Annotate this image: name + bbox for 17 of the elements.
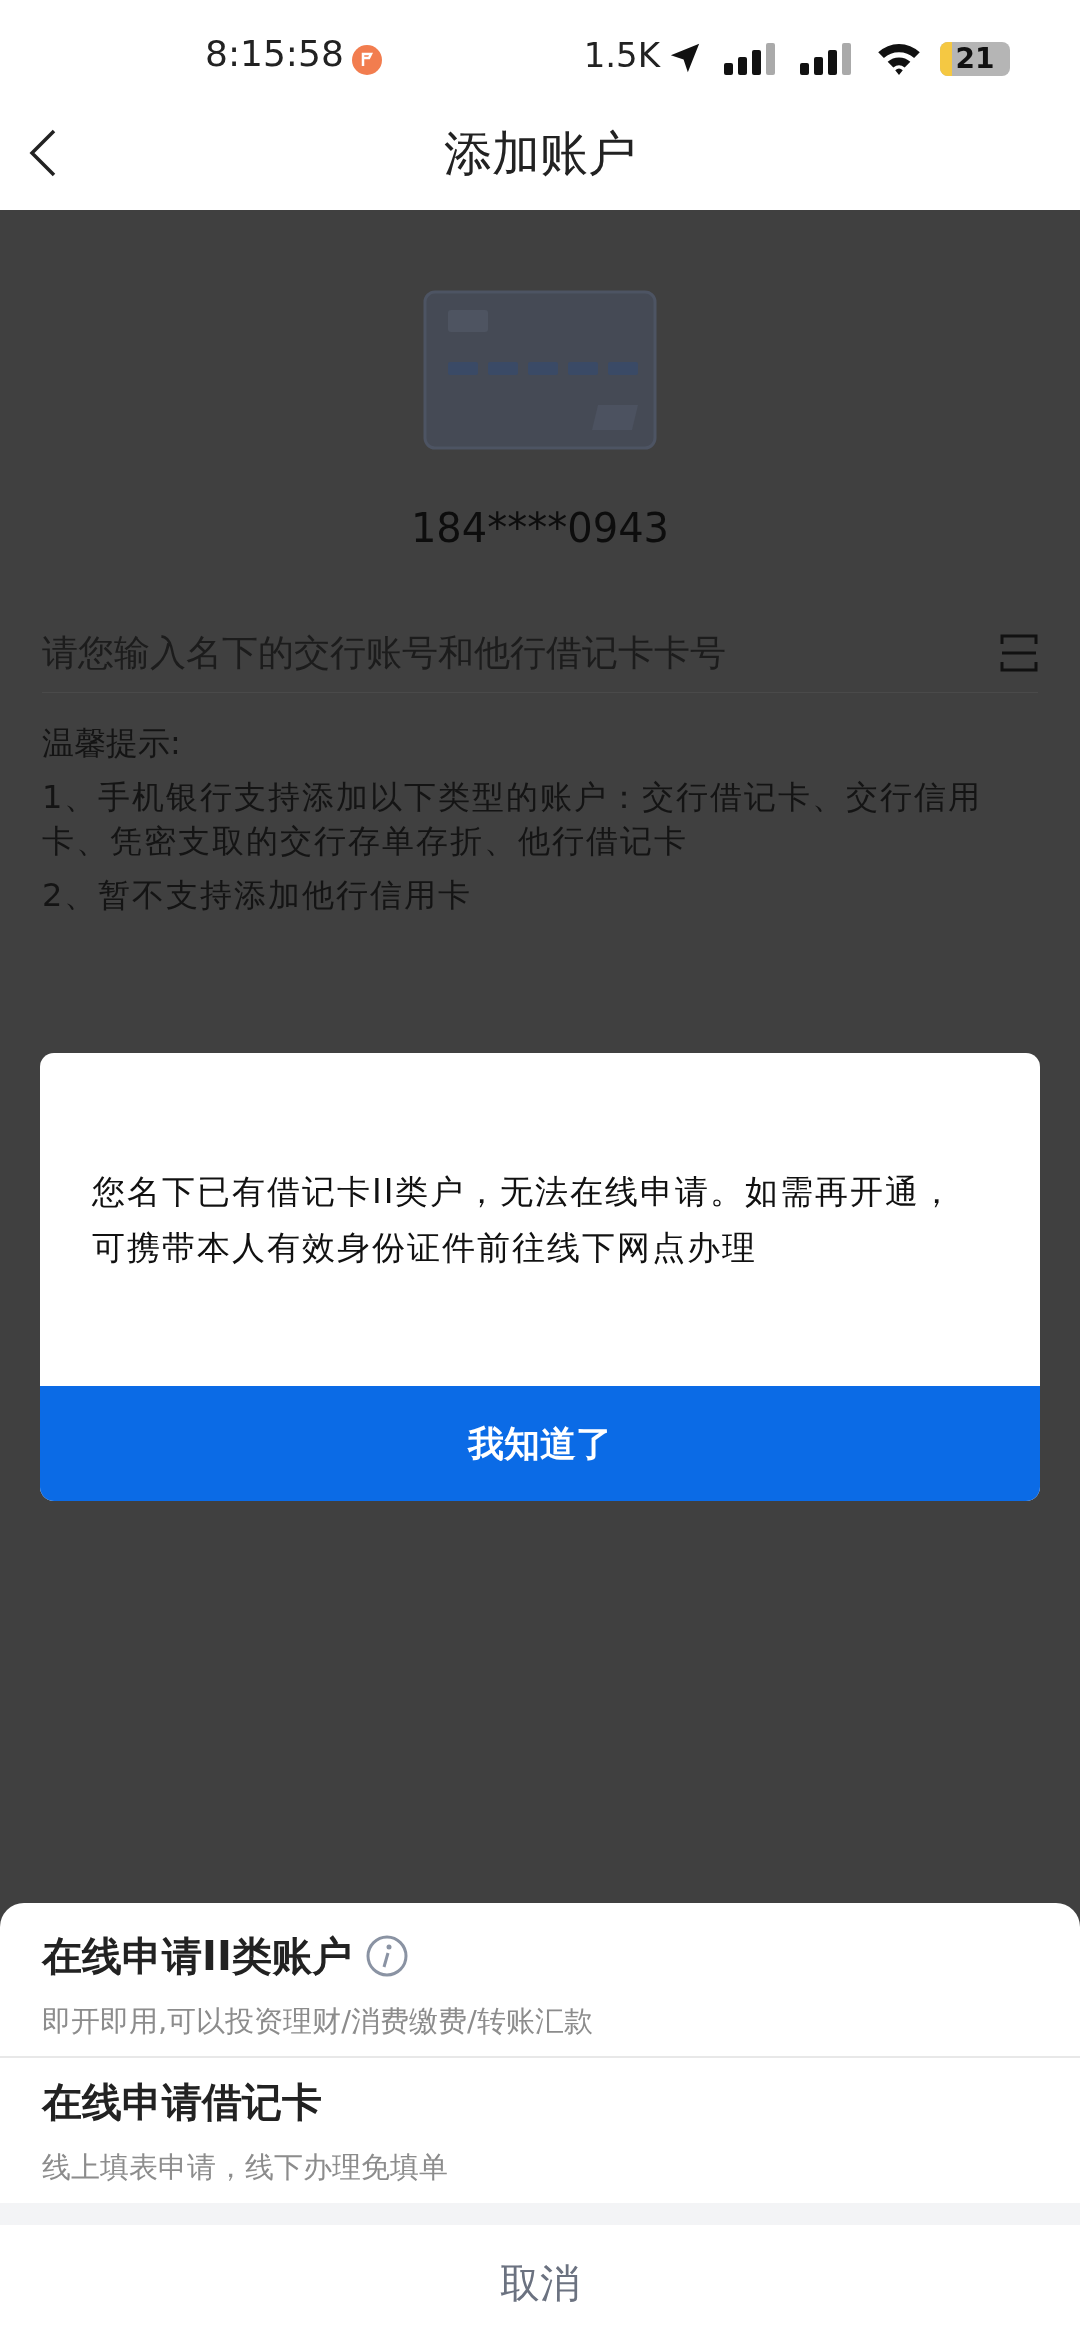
option-title: 在线申请借记卡 bbox=[42, 2077, 322, 2127]
network-speed: 1.5K bbox=[583, 34, 660, 77]
sheet-option[interactable]: 在线申请借记卡 线上填表申请，线下办理免填单 bbox=[0, 2058, 1080, 2203]
option-title: 在线申请II类账户 bbox=[42, 1931, 352, 1981]
confirm-button[interactable]: 我知道了 bbox=[40, 1386, 1040, 1501]
status-time: 8:15:58 bbox=[205, 32, 344, 76]
option-subtitle: 即开即用,可以投资理财/消费缴费/转账汇款 bbox=[42, 2002, 594, 2040]
dialog-message: 您名下已有借记卡II类户，无法在线申请。如需再开通，可携带本人有效身份证件前往线下网点办理 bbox=[92, 1170, 957, 1269]
battery-icon: 21 bbox=[940, 42, 1010, 76]
sheet-option[interactable]: 在线申请II类账户 即开即用,可以投资理财/消费缴费/转账汇款 bbox=[0, 1903, 1080, 2058]
wifi-icon bbox=[876, 41, 922, 75]
page-title: 添加账户 bbox=[444, 123, 636, 183]
scan-icon[interactable] bbox=[1000, 633, 1038, 672]
info-icon[interactable] bbox=[365, 1934, 408, 1977]
back-icon[interactable] bbox=[28, 127, 58, 178]
app-notification-icon bbox=[351, 45, 382, 75]
option-subtitle: 线上填表申请，线下办理免填单 bbox=[42, 2148, 449, 2186]
